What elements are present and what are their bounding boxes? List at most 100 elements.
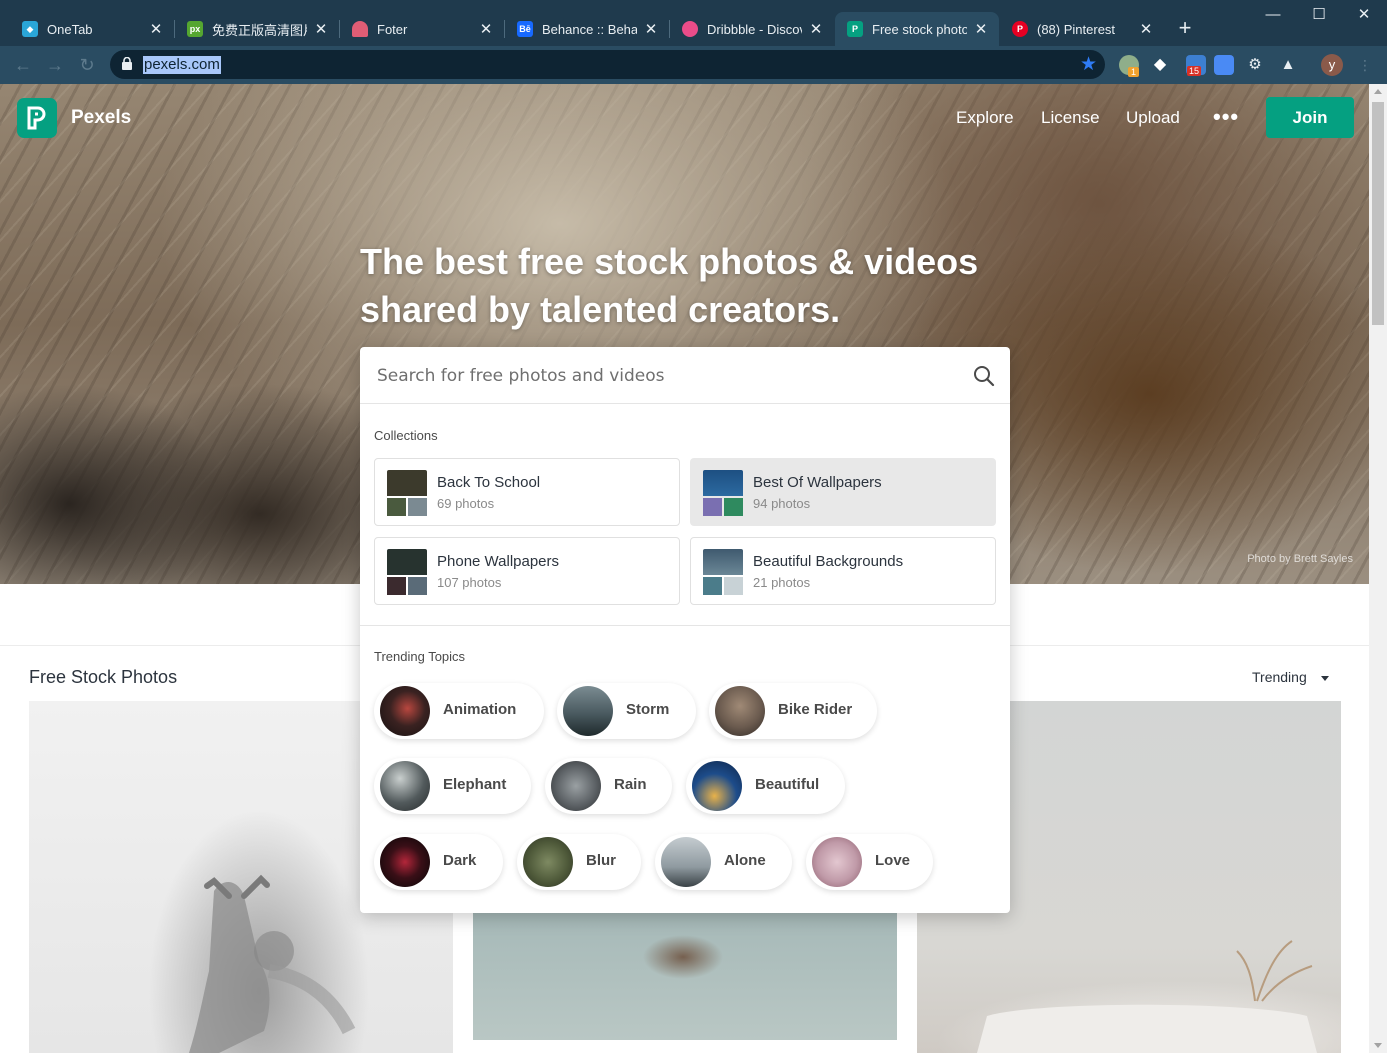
dropdown-divider bbox=[360, 625, 1010, 626]
section-title: Free Stock Photos bbox=[29, 667, 178, 687]
behance-icon: Bē bbox=[517, 21, 533, 37]
scroll-thumb[interactable] bbox=[1372, 102, 1384, 325]
collection-thumbnails bbox=[387, 549, 427, 595]
close-tab-icon[interactable]: ✕ bbox=[313, 20, 329, 38]
bookmark-star-icon[interactable]: ★ bbox=[1080, 53, 1097, 76]
nav-explore[interactable]: Explore bbox=[956, 108, 1014, 128]
topic-label: Elephant bbox=[443, 776, 507, 793]
pinterest-icon: P bbox=[1012, 21, 1028, 37]
thumbnail bbox=[408, 498, 427, 516]
thumbnail bbox=[703, 549, 743, 575]
close-tab-icon[interactable]: ✕ bbox=[973, 20, 989, 38]
collection-card[interactable]: Back To School 69 photos bbox=[374, 458, 680, 526]
onetab-icon: ◆ bbox=[22, 21, 38, 37]
px-icon: px bbox=[187, 21, 203, 37]
brand-name[interactable]: Pexels bbox=[71, 107, 131, 129]
sort-dropdown[interactable]: Trending bbox=[1252, 669, 1329, 685]
trending-topics-label: Trending Topics bbox=[374, 649, 466, 664]
maximize-button[interactable]: ☐ bbox=[1296, 2, 1342, 28]
back-button[interactable]: ← bbox=[12, 54, 34, 76]
search-field bbox=[360, 347, 1010, 404]
address-bar[interactable]: pexels.com ★ bbox=[110, 50, 1105, 79]
tab-title: Free stock photos bbox=[872, 21, 967, 37]
thumbnail bbox=[703, 498, 722, 516]
collection-card[interactable]: Best Of Wallpapers 94 photos bbox=[690, 458, 996, 526]
topic-pill-elephant[interactable]: Elephant bbox=[374, 758, 531, 814]
collection-card[interactable]: Phone Wallpapers 107 photos bbox=[374, 537, 680, 605]
collection-count: 21 photos bbox=[753, 575, 811, 590]
topic-pill-love[interactable]: Love bbox=[806, 834, 933, 890]
tab-pinterest[interactable]: P (88) Pinterest ✕ bbox=[1000, 12, 1164, 46]
collection-count: 94 photos bbox=[753, 496, 811, 511]
photo-card[interactable] bbox=[473, 912, 897, 1040]
tab-title: Dribbble - Discover bbox=[707, 21, 802, 37]
topic-thumbnail bbox=[380, 761, 430, 811]
tab-onetab[interactable]: ◆ OneTab ✕ bbox=[10, 12, 175, 46]
topic-pill-dark[interactable]: Dark bbox=[374, 834, 503, 890]
thumbnail bbox=[703, 470, 743, 496]
tab-title: OneTab bbox=[47, 21, 93, 37]
photo-credit[interactable]: Photo by Brett Sayles bbox=[1247, 553, 1353, 565]
tool-extension-icon[interactable]: ⚙ bbox=[1245, 55, 1265, 75]
thumbnail bbox=[387, 549, 427, 575]
avatar[interactable]: y bbox=[1321, 54, 1343, 76]
reload-button[interactable]: ↻ bbox=[76, 54, 98, 76]
topic-thumbnail bbox=[551, 761, 601, 811]
thumbnail bbox=[387, 498, 406, 516]
topic-label: Blur bbox=[586, 852, 616, 869]
collection-name: Back To School bbox=[437, 474, 541, 491]
close-tab-icon[interactable]: ✕ bbox=[1138, 20, 1154, 38]
topic-pill-blur[interactable]: Blur bbox=[517, 834, 641, 890]
menu-dots-icon[interactable]: ⋮ bbox=[1355, 55, 1375, 75]
topic-pill-storm[interactable]: Storm bbox=[557, 683, 696, 739]
tab-pexels[interactable]: P Free stock photos ✕ bbox=[835, 12, 999, 46]
mountain-extension-icon[interactable]: ▲ bbox=[1278, 55, 1298, 75]
topic-pill-alone[interactable]: Alone bbox=[655, 834, 792, 890]
extension-badge: 1 bbox=[1128, 67, 1140, 77]
scroll-up-arrow-icon[interactable] bbox=[1374, 89, 1382, 94]
nav-license[interactable]: License bbox=[1041, 108, 1100, 128]
tab-title: Behance :: Behance bbox=[542, 21, 637, 37]
close-tab-icon[interactable]: ✕ bbox=[643, 20, 659, 38]
search-input[interactable] bbox=[377, 363, 957, 389]
search-icon[interactable] bbox=[973, 365, 995, 387]
forward-button[interactable]: → bbox=[44, 54, 66, 76]
dribbble-icon bbox=[682, 21, 698, 37]
close-tab-icon[interactable]: ✕ bbox=[478, 20, 494, 38]
new-tab-button[interactable]: + bbox=[1172, 16, 1198, 42]
search-dropdown: Collections Back To School 69 photos Bes… bbox=[360, 347, 1010, 913]
diamond-extension-icon[interactable]: ◆ bbox=[1150, 55, 1170, 75]
close-tab-icon[interactable]: ✕ bbox=[148, 20, 164, 38]
collection-name: Beautiful Backgrounds bbox=[753, 553, 904, 570]
topic-pill-beautiful[interactable]: Beautiful bbox=[686, 758, 845, 814]
thumbnail bbox=[703, 577, 722, 595]
tab-foter[interactable]: Foter ✕ bbox=[340, 12, 505, 46]
close-window-button[interactable]: ✕ bbox=[1341, 2, 1387, 28]
collection-name: Best Of Wallpapers bbox=[753, 474, 882, 491]
collection-count: 69 photos bbox=[437, 496, 495, 511]
topic-thumbnail bbox=[523, 837, 573, 887]
page-scrollbar[interactable] bbox=[1369, 84, 1387, 1053]
topic-pill-animation[interactable]: Animation bbox=[374, 683, 544, 739]
tab-px[interactable]: px 免费正版高清图片素 ✕ bbox=[175, 12, 340, 46]
tab-behance[interactable]: Bē Behance :: Behance ✕ bbox=[505, 12, 670, 46]
more-menu-icon[interactable]: ••• bbox=[1213, 104, 1239, 130]
topic-pill-bike-rider[interactable]: Bike Rider bbox=[709, 683, 877, 739]
collection-card[interactable]: Beautiful Backgrounds 21 photos bbox=[690, 537, 996, 605]
nav-upload[interactable]: Upload bbox=[1126, 108, 1180, 128]
caret-down-icon bbox=[1320, 675, 1329, 681]
topic-thumbnail bbox=[692, 761, 742, 811]
url-text[interactable]: pexels.com bbox=[143, 56, 221, 74]
topic-pill-rain[interactable]: Rain bbox=[545, 758, 672, 814]
tab-dribbble[interactable]: Dribbble - Discover ✕ bbox=[670, 12, 834, 46]
browser-toolbar: ← → ↻ pexels.com ★ 1 ◆ 15 ⚙ ▲ y ⋮ bbox=[0, 46, 1387, 84]
collection-name: Phone Wallpapers bbox=[437, 553, 560, 570]
scroll-down-arrow-icon[interactable] bbox=[1374, 1043, 1382, 1048]
minimize-button[interactable]: — bbox=[1250, 2, 1296, 28]
topic-label: Storm bbox=[626, 701, 670, 718]
translate-icon[interactable] bbox=[1214, 55, 1234, 75]
pexels-logo-icon[interactable] bbox=[17, 98, 57, 138]
join-button[interactable]: Join bbox=[1266, 97, 1354, 138]
pexels-icon: P bbox=[847, 21, 863, 37]
close-tab-icon[interactable]: ✕ bbox=[808, 20, 824, 38]
